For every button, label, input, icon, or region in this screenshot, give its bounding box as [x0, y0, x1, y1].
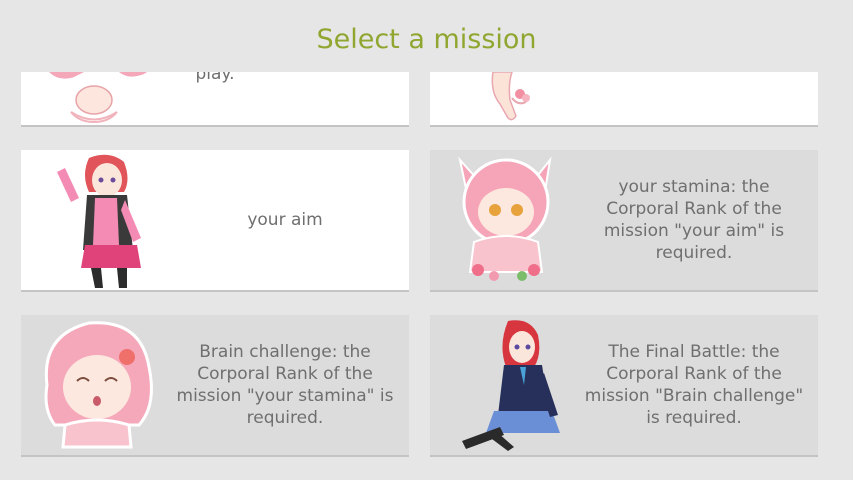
mission-description: Brain challenge: the Corporal Rank of th… [176, 342, 394, 428]
mission-description: The Final Battle: the Corporal Rank of t… [584, 342, 804, 428]
mission-card-3[interactable]: your aim [21, 150, 409, 292]
mission-card-4[interactable]: your stamina: the Corporal Rank of the m… [430, 150, 818, 292]
page-title: Select a mission [316, 24, 537, 55]
mission-description: play. [195, 72, 235, 84]
mission-description: your aim [247, 210, 323, 230]
mission-description [580, 72, 808, 125]
mission-card-1[interactable]: play. [21, 72, 409, 127]
character-illustration [44, 321, 153, 449]
mission-card-6[interactable]: The Final Battle: the Corporal Rank of t… [430, 315, 818, 457]
character-illustration [462, 320, 560, 451]
mission-card-5[interactable]: Brain challenge: the Corporal Rank of th… [21, 315, 409, 457]
mission-description: your stamina: the Corporal Rank of the m… [603, 177, 785, 263]
mission-card-2[interactable] [430, 72, 818, 127]
character-illustration [458, 156, 552, 281]
character-illustration [491, 72, 530, 121]
character-illustration [57, 154, 141, 288]
